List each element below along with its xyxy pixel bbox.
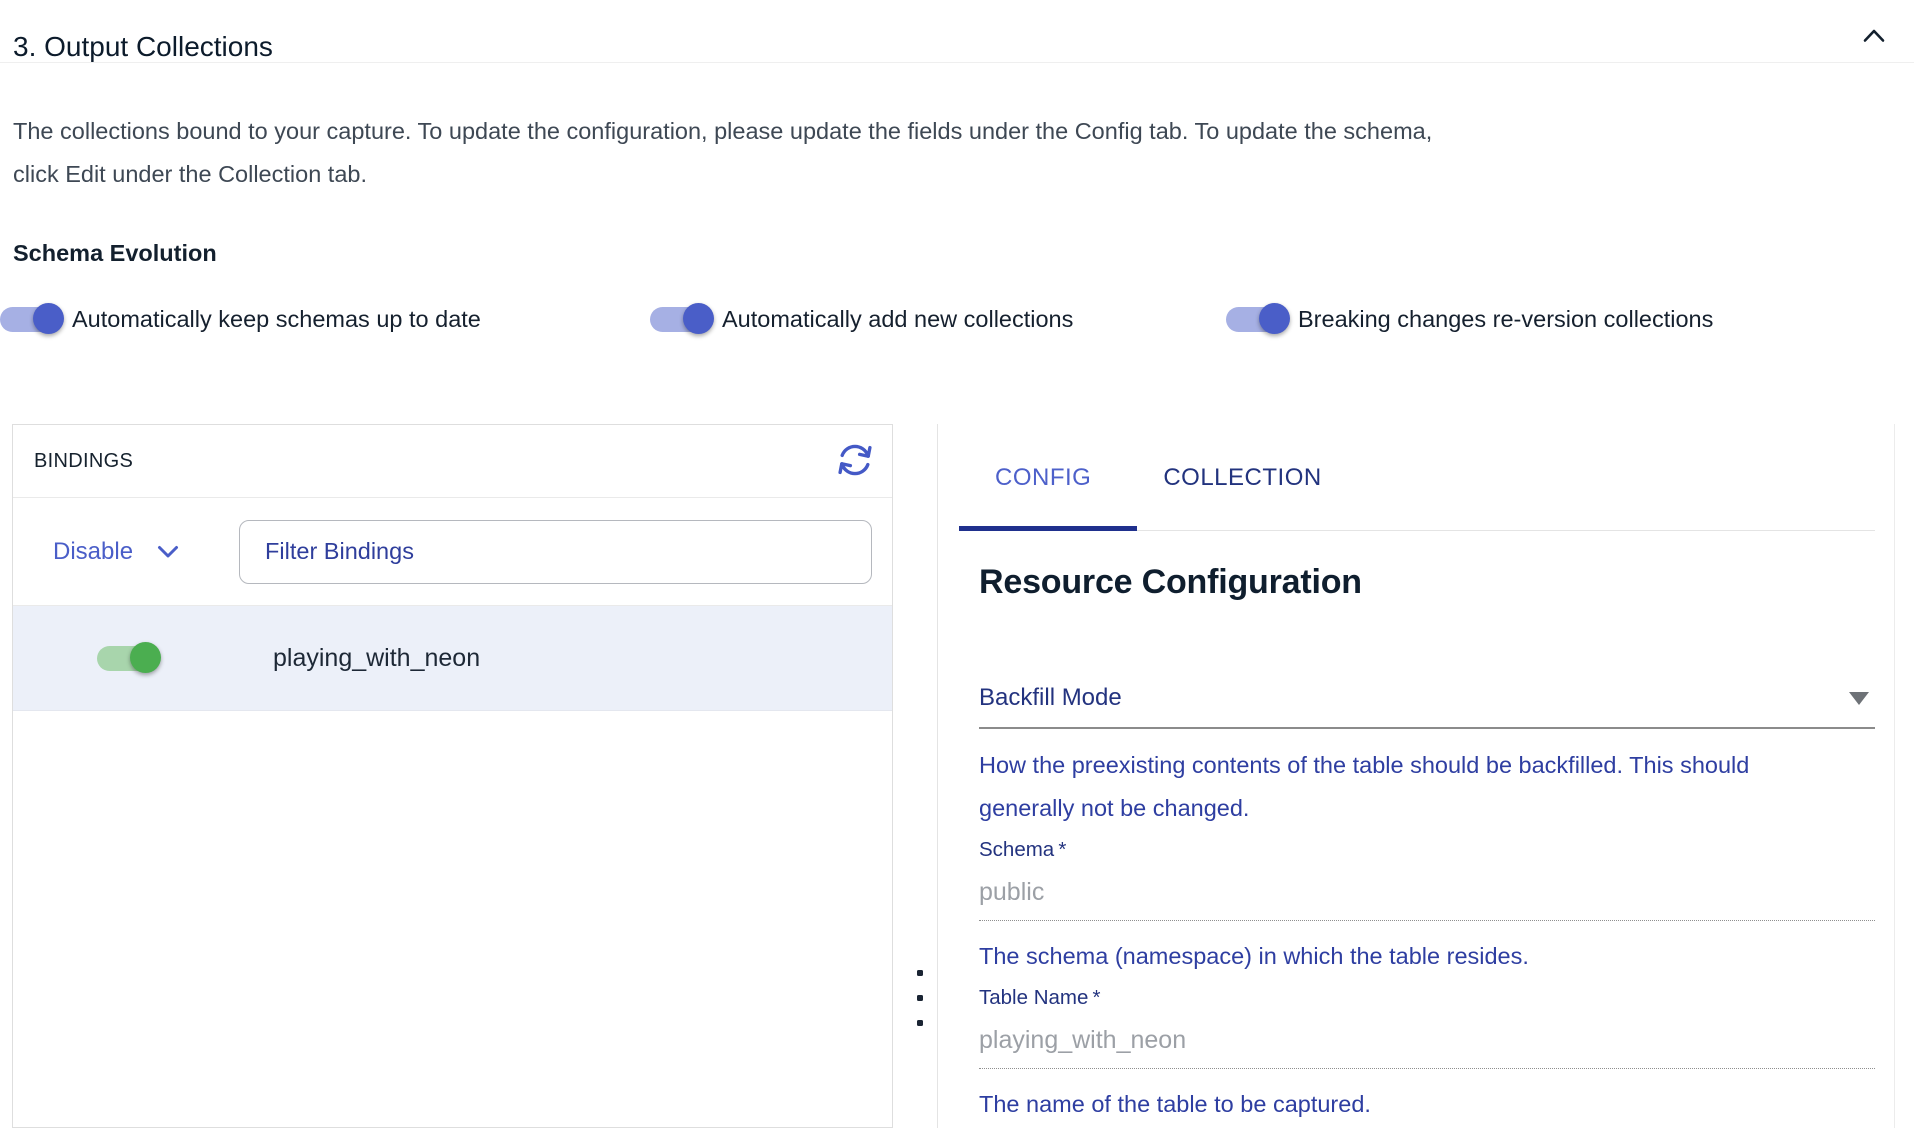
binding-detail-panel: CONFIG COLLECTION Resource Configuration… — [937, 424, 1895, 1128]
required-asterisk: * — [1058, 838, 1066, 861]
bindings-title: BINDINGS — [34, 450, 133, 473]
drag-dot — [917, 995, 923, 1001]
tab-config[interactable]: CONFIG — [959, 424, 1127, 531]
toggle-breaking-changes-reversion[interactable]: Breaking changes re-version collections — [1226, 297, 1713, 341]
collapse-section-button[interactable] — [1854, 18, 1894, 58]
tab-collection[interactable]: COLLECTION — [1127, 424, 1357, 531]
panel-resize-handle[interactable] — [912, 970, 928, 1026]
table-name-field-help: The name of the table to be captured. — [979, 1083, 1875, 1126]
chevron-up-icon — [1858, 21, 1890, 56]
chevron-down-icon — [133, 538, 179, 566]
backfill-mode-field: Backfill Mode How the preexisting conten… — [979, 684, 1875, 830]
disable-dropdown-button[interactable]: Disable — [53, 538, 179, 566]
toggle-keep-schemas-up-to-date[interactable]: Automatically keep schemas up to date — [0, 297, 481, 341]
refresh-bindings-button[interactable] — [832, 438, 878, 484]
header-divider — [0, 62, 1914, 63]
bindings-controls-row: Disable — [13, 498, 892, 606]
dropdown-arrow-icon — [1849, 692, 1869, 705]
bindings-panel-header: BINDINGS — [13, 425, 892, 498]
toggle-add-new-collections[interactable]: Automatically add new collections — [650, 297, 1073, 341]
section-description: The collections bound to your capture. T… — [13, 110, 1893, 196]
schema-field-label: Schema * — [979, 838, 1875, 862]
switch-on-icon[interactable] — [0, 299, 64, 339]
drag-dot — [917, 1020, 923, 1026]
switch-thumb — [130, 642, 161, 673]
field-label-text: Table Name — [979, 986, 1088, 1009]
schema-evolution-heading: Schema Evolution — [13, 240, 217, 267]
description-line: The collections bound to your capture. T… — [13, 110, 1893, 153]
backfill-mode-select[interactable]: Backfill Mode — [979, 684, 1875, 729]
required-asterisk: * — [1093, 986, 1101, 1009]
switch-thumb — [683, 303, 714, 334]
resource-configuration-section: Resource Configuration Backfill Mode How… — [938, 563, 1894, 1126]
resource-configuration-heading: Resource Configuration — [979, 563, 1875, 602]
detail-tabs: CONFIG COLLECTION — [938, 424, 1894, 531]
backfill-mode-label: Backfill Mode — [979, 684, 1122, 712]
schema-field-input[interactable]: public — [979, 878, 1875, 921]
help-line: generally not be changed. — [979, 787, 1875, 830]
active-tab-indicator — [959, 526, 1137, 531]
switch-thumb — [1259, 303, 1290, 334]
description-line: click Edit under the Collection tab. — [13, 153, 1893, 196]
toggle-label: Automatically add new collections — [722, 306, 1073, 333]
table-name-field: Table Name * playing_with_neon The name … — [979, 986, 1875, 1126]
switch-thumb — [33, 303, 64, 334]
bindings-panel: BINDINGS Disable — [12, 424, 893, 1128]
schema-evolution-toggles: Automatically keep schemas up to date Au… — [0, 297, 1914, 341]
toggle-label: Automatically keep schemas up to date — [72, 306, 481, 333]
table-name-field-input[interactable]: playing_with_neon — [979, 1026, 1875, 1069]
schema-field: Schema * public The schema (namespace) i… — [979, 838, 1875, 978]
backfill-mode-help: How the preexisting contents of the tabl… — [979, 744, 1875, 830]
switch-on-icon[interactable] — [1226, 299, 1290, 339]
field-label-text: Schema — [979, 838, 1054, 861]
toggle-label: Breaking changes re-version collections — [1298, 306, 1713, 333]
disable-label: Disable — [53, 538, 133, 566]
switch-on-icon[interactable] — [650, 299, 714, 339]
filter-bindings-input[interactable] — [239, 520, 872, 584]
page-title: 3. Output Collections — [13, 31, 273, 63]
refresh-icon — [834, 439, 876, 484]
binding-name: playing_with_neon — [273, 644, 480, 673]
table-name-field-label: Table Name * — [979, 986, 1875, 1010]
drag-dot — [917, 970, 923, 976]
binding-enabled-switch-icon[interactable] — [97, 638, 161, 678]
schema-field-help: The schema (namespace) in which the tabl… — [979, 935, 1875, 978]
binding-row-playing-with-neon[interactable]: playing_with_neon — [13, 606, 892, 711]
help-line: How the preexisting contents of the tabl… — [979, 744, 1875, 787]
